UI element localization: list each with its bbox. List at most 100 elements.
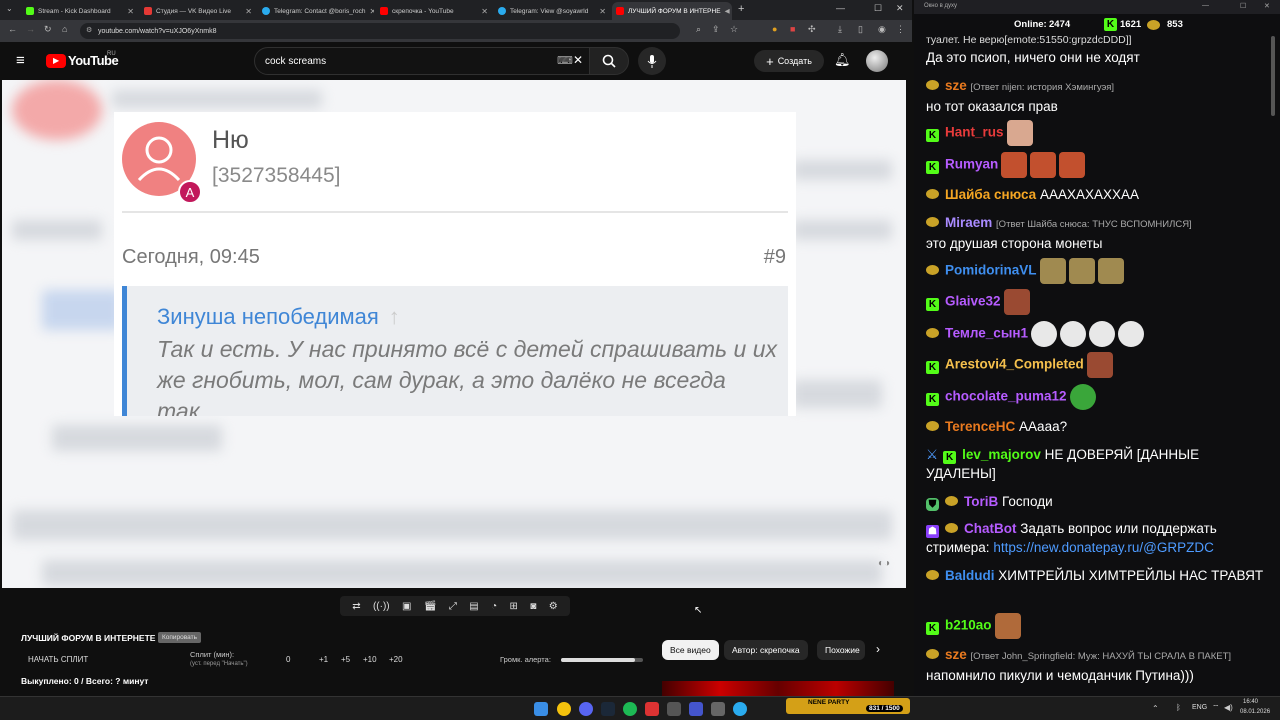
close-icon[interactable]: ✕ [481,7,488,16]
admin-badge: A [178,180,202,204]
chat-scrollbar[interactable] [1271,36,1275,116]
chat-reply: [Ответ John_Springfield: Муж: НАХУЙ ТЫ С… [970,651,1232,662]
chip-author[interactable]: Автор: скрепочка [724,640,808,660]
watch-later-icon[interactable]: ▣ [402,601,411,612]
app-icon[interactable] [645,702,659,716]
notifications-bell-icon[interactable]: 🔔︎ [834,52,851,68]
back-icon[interactable]: ← [8,24,17,34]
resize-icon[interactable]: ⤢ [449,601,457,612]
donate-link[interactable]: https://new.donatepay.ru/@GRPZDC [993,540,1214,555]
filmstrip-icon[interactable]: ▤ [469,601,478,612]
share-icon[interactable]: ⇪ [712,24,720,35]
create-button[interactable]: + Создать [754,50,824,72]
minimize-icon[interactable]: — [836,3,845,13]
loop-icon[interactable]: ⇄ [352,601,360,612]
extension-badge-icon[interactable]: ■ [790,24,795,34]
chat-reply: [Ответ nijen: история Хэмингуэя] [970,82,1115,93]
minimize-icon[interactable]: — [1202,2,1209,9]
clear-search-icon[interactable]: ✕ [573,53,583,67]
profile-icon[interactable]: ◉ [878,24,886,35]
extensions-puzzle-icon[interactable]: ✣ [808,24,816,35]
clock-time[interactable]: 16:40 [1243,699,1258,705]
copy-button[interactable]: Копировать [158,632,201,643]
create-label: Создать [777,56,812,66]
start-windows-icon[interactable] [534,702,548,716]
discord-icon[interactable] [579,702,593,716]
keyboard-icon[interactable]: ⌨ [557,54,573,67]
split-value[interactable]: 0 [286,655,290,664]
menu-dots-icon[interactable]: ⋮ [896,24,905,35]
telegram-icon[interactable] [733,702,747,716]
bluetooth-icon[interactable]: ᛒ [1176,703,1181,712]
increment-20-button[interactable]: +20 [389,655,403,664]
language-indicator[interactable]: ENG [1192,704,1207,711]
chrome-icon[interactable] [557,702,571,716]
home-icon[interactable]: ⌂ [62,24,67,34]
tab-active-video[interactable]: ЛУЧШИЙ ФОРУМ В ИНТЕРНЕ◀✕ [612,2,732,20]
new-tab-button[interactable]: + [738,3,744,15]
hamburger-menu-icon[interactable]: ≡ [16,52,25,69]
stream-title: ЛУЧШИЙ ФОРУМ В ИНТЕРНЕТЕ [21,633,156,643]
site-info-icon[interactable]: ⚙ [86,26,92,34]
add-clip-icon[interactable]: ⊞ [510,601,518,612]
increment-10-button[interactable]: +10 [363,655,377,664]
reload-icon[interactable]: ↻ [44,24,52,35]
network-icon[interactable]: ⌔ [1212,703,1220,713]
broadcast-icon[interactable]: ((·)) [373,601,390,612]
steam-icon[interactable] [601,702,615,716]
chip-all-videos[interactable]: Все видео [662,640,719,660]
sidebar-icon[interactable]: ▯ [858,24,863,35]
thumbnail-strip[interactable] [662,681,894,696]
close-icon[interactable]: ✕ [370,7,375,16]
volume-icon[interactable]: ◀) [1224,703,1233,712]
app-icon[interactable] [711,702,725,716]
spotify-icon[interactable] [623,702,637,716]
close-icon[interactable]: ✕ [245,7,252,16]
avatar[interactable] [866,50,888,72]
chat-message: туалет. Не верю[emote:51550:grpzdcDDD]] [926,34,1132,45]
app-icon[interactable] [667,702,681,716]
alert-volume-slider[interactable] [561,658,643,662]
tab-telegram-contact[interactable]: Telegram: Contact @boris_roch ✕ [258,2,374,20]
increment-1-button[interactable]: +1 [319,655,328,664]
nene-party-banner[interactable]: NENE PARTY 831 / 1500 [786,698,910,714]
coin-icon [945,496,958,506]
forward-icon[interactable]: → [26,24,35,34]
maximize-icon[interactable]: ☐ [874,3,882,14]
extension-icon[interactable]: ● [772,24,777,34]
clapper-icon[interactable]: 🎬︎ [424,601,437,612]
close-window-icon[interactable]: ✕ [896,3,904,14]
screenshot-icon[interactable]: ◙ [530,601,536,612]
search-button[interactable] [589,47,629,75]
start-split-button[interactable]: НАЧАТЬ СПЛИТ [28,655,88,664]
increment-5-button[interactable]: +5 [341,655,350,664]
tab-vk-studio[interactable]: Студия — VK Видео Live ✕ [140,2,256,20]
bookmark-star-icon[interactable]: ☆ [730,24,738,35]
speaker-icon[interactable]: ◀ [725,7,730,15]
chip-similar[interactable]: Похожие [817,640,865,660]
voice-search-button[interactable] [638,47,666,75]
speed-icon[interactable]: ◔ [491,601,497,612]
close-icon[interactable]: ✕ [127,7,134,16]
app-icon[interactable] [689,702,703,716]
microphone-icon [647,55,657,68]
tab-search-icon[interactable]: ⌄ [6,4,13,13]
tray-chevron-icon[interactable]: ⌃ [1152,704,1159,713]
close-icon[interactable]: ✕ [599,7,606,16]
close-window-icon[interactable]: ✕ [1264,2,1270,10]
youtube-logo-icon[interactable]: ▶ [46,54,66,68]
bought-status: Выкуплено: 0 / Всего: ? минут [21,676,149,686]
chevron-right-icon[interactable]: › [876,642,880,656]
download-icon[interactable]: ⤓ [838,24,842,35]
tab-youtube-channel[interactable]: скрепочка - YouTube ✕ [376,2,492,20]
tab-kick-dashboard[interactable]: Stream - Kick Dashboard ✕ [22,2,138,20]
url-field[interactable]: ⚙ youtube.com/watch?v=uXJO6yXnmk8 [80,23,680,39]
chat-nick: Rumyan [945,156,999,172]
maximize-icon[interactable]: ☐ [1240,2,1246,10]
video-player[interactable]: A Ню [3527358445] Сегодня, 09:45 #9 Зину… [2,80,906,588]
clock-date[interactable]: 08.01.2026 [1240,709,1270,715]
search-input[interactable]: cock screams ⌨ ✕ [254,47,590,75]
zoom-icon[interactable]: ⌕ [696,24,701,35]
settings-gear-icon[interactable]: ⚙ [549,601,558,612]
tab-telegram-view[interactable]: Telegram: View @soyawrld ✕ [494,2,610,20]
